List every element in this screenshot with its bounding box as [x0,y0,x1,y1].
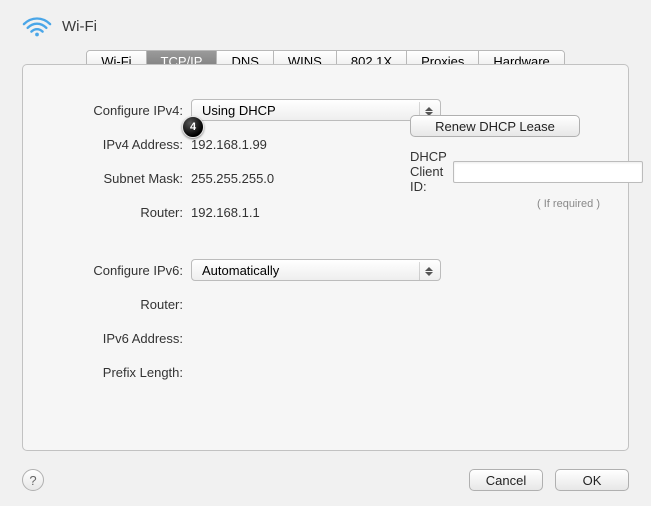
window-header: Wi-Fi [0,0,651,48]
prefix-length-label: Prefix Length: [43,365,191,380]
configure-ipv4-value: Using DHCP [202,103,276,118]
dhcp-client-id-label: DHCP Client ID: [410,149,447,194]
ipv4-router-value: 192.168.1.1 [191,205,260,220]
cancel-button[interactable]: Cancel [469,469,543,491]
ipv6-address-label: IPv6 Address: [43,331,191,346]
configure-ipv6-select[interactable]: Automatically [191,259,441,281]
ok-button[interactable]: OK [555,469,629,491]
ipv6-router-label: Router: [43,297,191,312]
renew-dhcp-lease-button[interactable]: Renew DHCP Lease [410,115,580,137]
dhcp-side-block: Renew DHCP Lease DHCP Client ID: ( If re… [410,115,600,210]
step-annotation-badge: 4 [182,116,204,138]
ipv4-address-value: 192.168.1.99 [191,137,267,152]
configure-ipv6-label: Configure IPv6: [43,263,191,278]
tcpip-panel: Configure IPv4: Using DHCP 4 IPv4 Addres… [22,73,629,451]
configure-ipv4-label: Configure IPv4: [43,103,191,118]
dhcp-client-id-input[interactable] [453,161,643,183]
configure-ipv4-select[interactable]: Using DHCP [191,99,441,121]
chevron-updown-icon [419,262,437,280]
ipv4-address-label: IPv4 Address: [43,137,191,152]
help-button[interactable]: ? [22,469,44,491]
dhcp-client-id-hint: ( If required ) [410,198,600,210]
window-title: Wi-Fi [62,18,97,35]
subnet-mask-value: 255.255.255.0 [191,171,274,186]
dialog-footer: ? Cancel OK [0,454,651,506]
network-advanced-window: Wi-Fi Wi-Fi TCP/IP DNS WINS 802.1X Proxi… [0,0,651,506]
subnet-mask-label: Subnet Mask: [43,171,191,186]
configure-ipv6-value: Automatically [202,263,279,278]
wifi-icon [22,14,52,38]
ipv4-router-label: Router: [43,205,191,220]
